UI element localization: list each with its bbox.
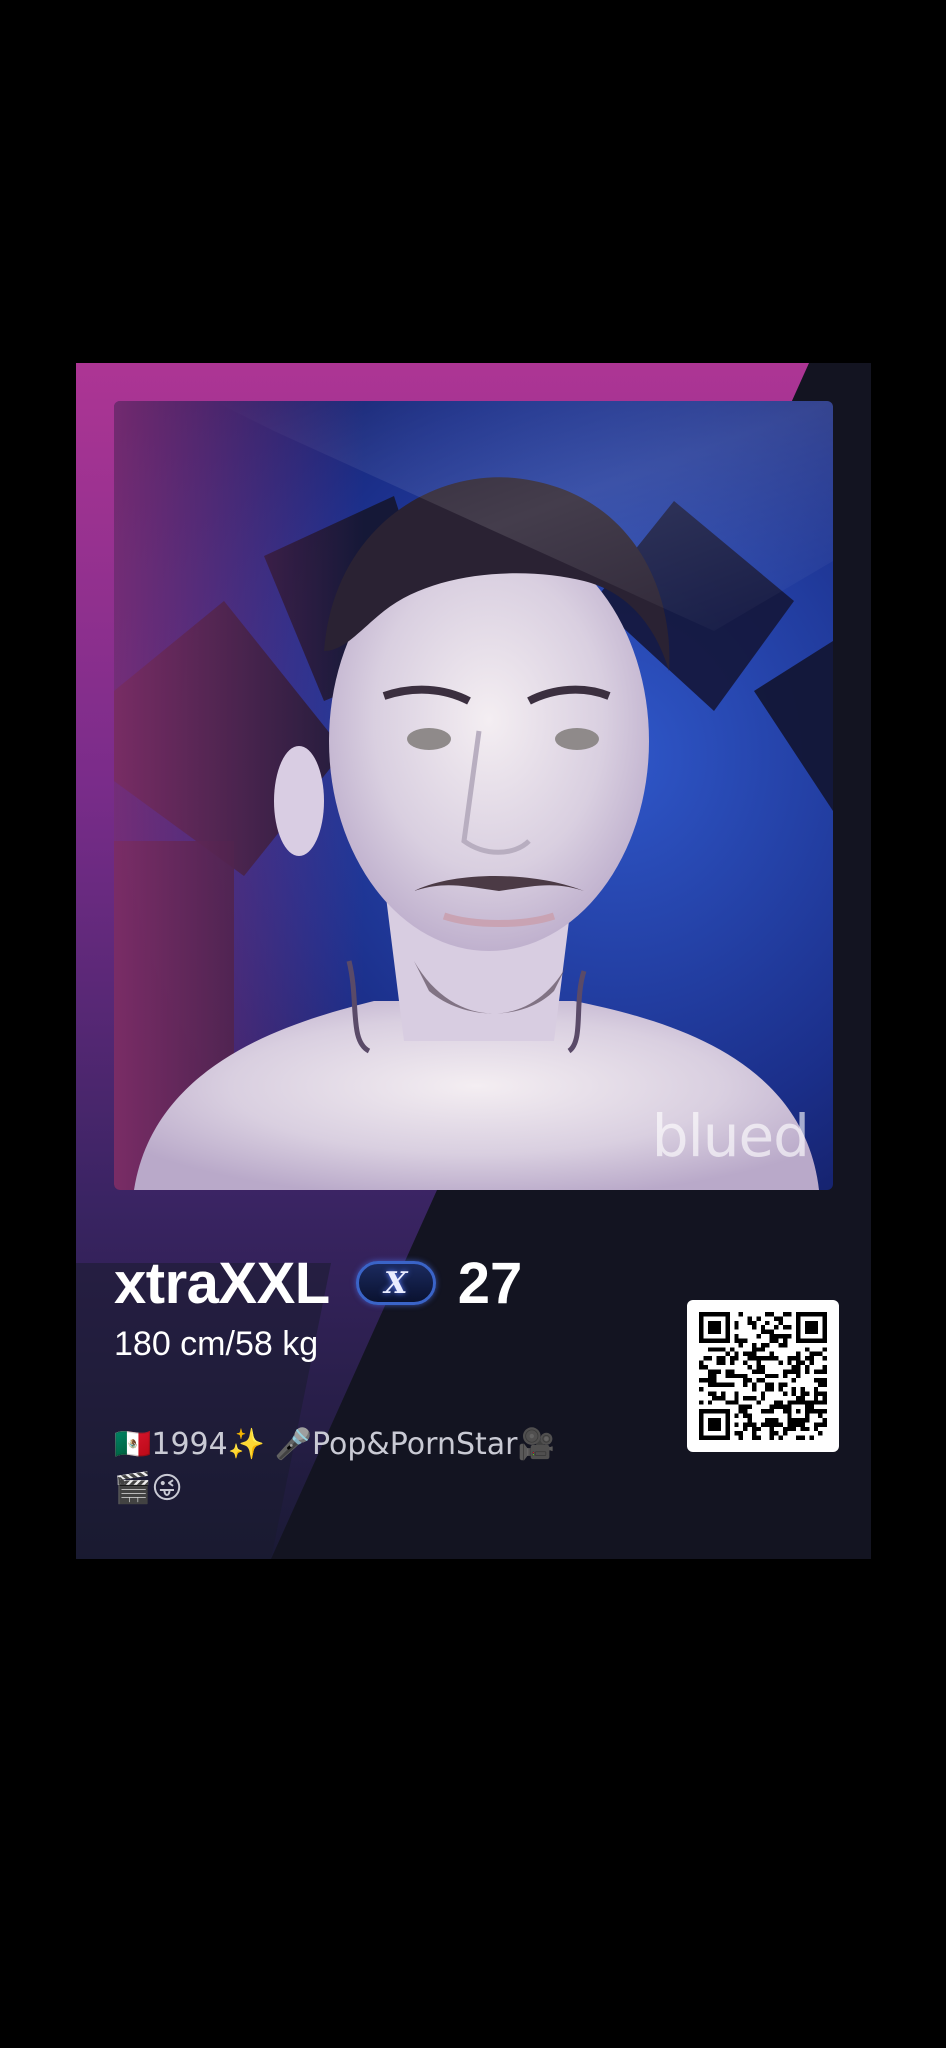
qr-code-icon[interactable] (687, 1300, 839, 1452)
height-weight: 180 cm/58 kg (114, 1325, 319, 1363)
profile-photo[interactable]: blued (114, 401, 833, 1190)
username: xtraXXL (114, 1250, 330, 1316)
vip-badge-label: X (384, 1265, 408, 1301)
screen: blued xtraXXL X 27 180 cm/58 kg 🇲🇽1994✨ … (0, 0, 946, 2048)
blued-watermark: blued (651, 1102, 810, 1170)
profile-card: blued xtraXXL X 27 180 cm/58 kg 🇲🇽1994✨ … (76, 363, 871, 1559)
name-row: xtraXXL X 27 (114, 1243, 522, 1323)
x-vip-badge-icon[interactable]: X (355, 1261, 436, 1305)
age: 27 (457, 1250, 523, 1316)
bio-text: 🇲🇽1994✨ 🎤Pop&PornStar🎥🎬😜 (114, 1427, 555, 1506)
